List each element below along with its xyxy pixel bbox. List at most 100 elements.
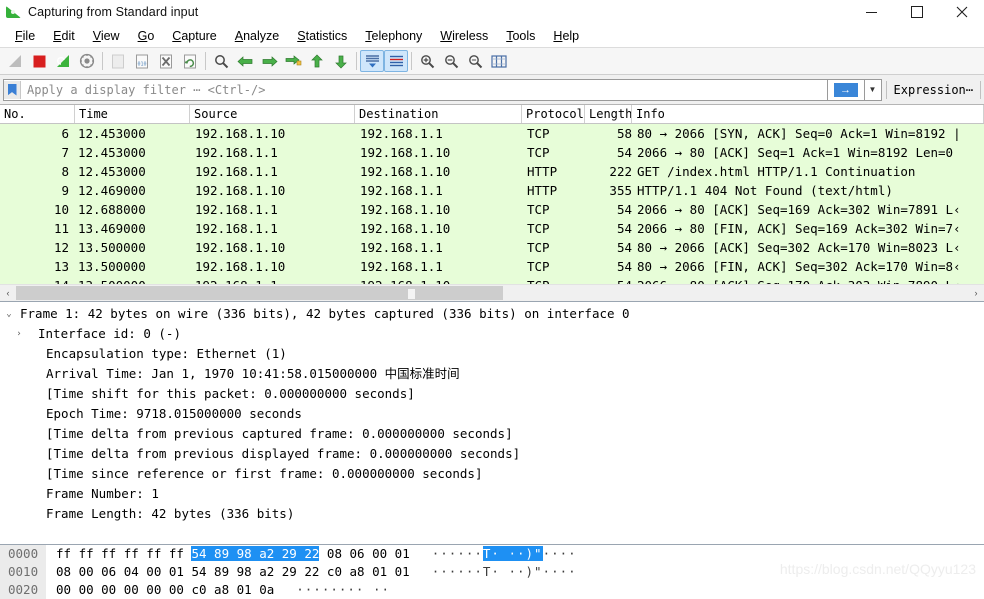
- menu-go[interactable]: Go: [129, 26, 164, 46]
- detail-line-text: Frame Number: 1: [46, 486, 159, 501]
- detail-line[interactable]: Frame Length: 42 bytes (336 bits): [0, 504, 984, 524]
- table-row[interactable]: 13 13.500000 192.168.1.10 192.168.1.1 TCP 54 8…: [0, 257, 984, 276]
- zoom-out-button[interactable]: [439, 50, 463, 72]
- column-header-protocol[interactable]: Protocol: [522, 105, 585, 123]
- hex-ascii: ······T· ··)"····: [410, 545, 577, 563]
- hex-bytes-plain: ff ff ff ff ff ff: [56, 546, 192, 561]
- close-file-button[interactable]: [154, 50, 178, 72]
- auto-scroll-button[interactable]: [360, 50, 384, 72]
- scroll-right-icon[interactable]: ›: [968, 285, 984, 301]
- go-back-button[interactable]: [233, 50, 257, 72]
- cell-length: 54: [616, 259, 632, 274]
- hscroll-track[interactable]: [16, 285, 968, 301]
- hex-line[interactable]: 0020 00 00 00 00 00 00 c0 a8 01 0a ·······…: [0, 581, 984, 599]
- apply-filter-button[interactable]: →: [827, 78, 865, 101]
- menu-file-rest: ile: [22, 28, 36, 43]
- menu-telephony[interactable]: Telephony: [356, 26, 431, 46]
- column-header-time[interactable]: Time: [75, 105, 190, 123]
- detail-line[interactable]: Encapsulation type: Ethernet (1): [0, 344, 984, 364]
- zoom-in-button[interactable]: [415, 50, 439, 72]
- detail-line[interactable]: › Interface id: 0 (-): [0, 324, 984, 344]
- go-to-last-button[interactable]: [329, 50, 353, 72]
- detail-line[interactable]: ⌄ Frame 1: 42 bytes on wire (336 bits), 4…: [0, 304, 984, 324]
- bookmark-icon[interactable]: [4, 80, 21, 99]
- packet-list-hscrollbar[interactable]: ‹ ›: [0, 284, 984, 301]
- table-row[interactable]: 10 12.688000 192.168.1.1 192.168.1.10 TCP 54 2…: [0, 200, 984, 219]
- table-row[interactable]: 12 13.500000 192.168.1.10 192.168.1.1 TCP 54 8…: [0, 238, 984, 257]
- go-to-packet-button[interactable]: [281, 50, 305, 72]
- hex-bytes: ff ff ff ff ff ff 54 89 98 a2 29 22 08 0…: [46, 545, 410, 563]
- detail-line[interactable]: Arrival Time: Jan 1, 1970 10:41:58.01500…: [0, 364, 984, 384]
- table-row[interactable]: 6 12.453000 192.168.1.10 192.168.1.1 TCP 58 80…: [0, 124, 984, 143]
- packet-list-rows: 6 12.453000 192.168.1.10 192.168.1.1 TCP 58 80…: [0, 124, 984, 284]
- cell-info: 2066 → 80 [ACK] Seq=169 Ack=302 Win=7891…: [637, 202, 961, 217]
- hex-offset: 0020: [0, 581, 46, 599]
- column-header-length[interactable]: Length: [585, 105, 632, 123]
- menu-view[interactable]: View: [84, 26, 129, 46]
- maximize-button[interactable]: [894, 0, 939, 24]
- hscroll-thumb[interactable]: [16, 286, 503, 300]
- go-forward-button[interactable]: [257, 50, 281, 72]
- column-header-source[interactable]: Source: [190, 105, 355, 123]
- packet-details-pane[interactable]: ⌄ Frame 1: 42 bytes on wire (336 bits), 4…: [0, 302, 984, 545]
- menu-help[interactable]: Help: [544, 26, 588, 46]
- find-packet-button[interactable]: [209, 50, 233, 72]
- cell-time: 12.453000: [78, 126, 146, 141]
- reload-file-button[interactable]: [178, 50, 202, 72]
- table-row[interactable]: 11 13.469000 192.168.1.1 192.168.1.10 TCP 54 2…: [0, 219, 984, 238]
- cell-length: 355: [609, 183, 632, 198]
- table-row[interactable]: 8 12.453000 192.168.1.1 192.168.1.10 HTTP 222…: [0, 162, 984, 181]
- cell-destination: 192.168.1.1: [360, 259, 443, 274]
- filter-dropdown-button[interactable]: ▼: [864, 78, 882, 101]
- filter-placeholder: Apply a display filter ⋯ <Ctrl-/>: [27, 82, 266, 97]
- packet-bytes-pane[interactable]: 0000 ff ff ff ff ff ff 54 89 98 a2 29 22 …: [0, 545, 984, 599]
- filter-input-wrapper[interactable]: Apply a display filter ⋯ <Ctrl-/>: [3, 78, 828, 101]
- menu-wireless[interactable]: Wireless: [431, 26, 497, 46]
- zoom-reset-button[interactable]: [463, 50, 487, 72]
- detail-line-text: [Time since reference or first frame: 0.…: [46, 466, 483, 481]
- menu-tools[interactable]: Tools: [497, 26, 544, 46]
- chevron-right-icon[interactable]: ›: [10, 324, 28, 344]
- chevron-down-icon[interactable]: ⌄: [0, 304, 18, 324]
- detail-line[interactable]: [Time delta from previous captured frame…: [0, 424, 984, 444]
- column-header-no[interactable]: No.: [0, 105, 75, 123]
- close-button[interactable]: [939, 0, 984, 24]
- table-row[interactable]: 9 12.469000 192.168.1.10 192.168.1.1 HTTP 355…: [0, 181, 984, 200]
- restart-capture-button[interactable]: [51, 50, 75, 72]
- save-file-button[interactable]: 010: [130, 50, 154, 72]
- cell-no: 6: [61, 126, 69, 141]
- scroll-left-icon[interactable]: ‹: [0, 285, 16, 301]
- wireshark-fin-icon: [5, 4, 23, 20]
- detail-line[interactable]: [Time delta from previous displayed fram…: [0, 444, 984, 464]
- cell-source: 192.168.1.10: [195, 240, 286, 255]
- colorize-packets-button[interactable]: [384, 50, 408, 72]
- column-header-destination[interactable]: Destination: [355, 105, 522, 123]
- open-file-button[interactable]: [106, 50, 130, 72]
- go-to-first-button[interactable]: [305, 50, 329, 72]
- expression-button[interactable]: Expression⋯: [887, 83, 980, 97]
- menu-edit[interactable]: Edit: [44, 26, 84, 46]
- menu-statistics[interactable]: Statistics: [288, 26, 356, 46]
- capture-options-button[interactable]: [75, 50, 99, 72]
- detail-line[interactable]: [Time shift for this packet: 0.000000000…: [0, 384, 984, 404]
- column-header-info[interactable]: Info: [632, 105, 984, 123]
- detail-line[interactable]: Frame Number: 1: [0, 484, 984, 504]
- cell-destination: 192.168.1.10: [355, 276, 522, 284]
- table-row[interactable]: 1413.500000192.168.1.1192.168.1.10TCP542…: [0, 276, 984, 284]
- hex-ascii-plain: ········ ··: [296, 582, 391, 597]
- menu-analyze[interactable]: Analyze: [226, 26, 288, 46]
- window-title: Capturing from Standard input: [28, 5, 199, 19]
- minimize-button[interactable]: [849, 0, 894, 24]
- resize-columns-button[interactable]: [487, 50, 511, 72]
- start-capture-button[interactable]: [3, 50, 27, 72]
- detail-line[interactable]: Epoch Time: 9718.015000000 seconds: [0, 404, 984, 424]
- stop-capture-button[interactable]: [27, 50, 51, 72]
- cell-source: 192.168.1.1: [190, 276, 355, 284]
- table-row[interactable]: 7 12.453000 192.168.1.1 192.168.1.10 TCP 54 20…: [0, 143, 984, 162]
- menu-bar: File Edit View Go Capture Analyze Statis…: [0, 24, 984, 48]
- detail-line[interactable]: [Time since reference or first frame: 0.…: [0, 464, 984, 484]
- menu-wireless-rest: ireless: [452, 28, 489, 43]
- menu-file[interactable]: File: [6, 26, 44, 46]
- menu-capture[interactable]: Capture: [163, 26, 225, 46]
- filter-separator-2: [980, 80, 981, 99]
